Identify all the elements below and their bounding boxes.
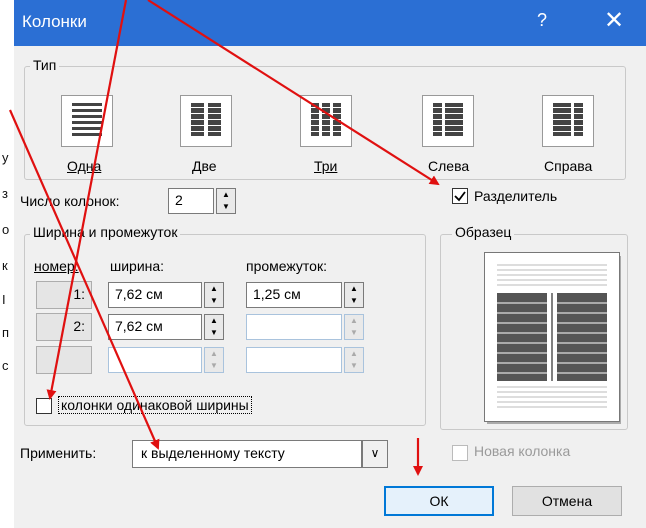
arrow-to-separator	[147, 0, 440, 186]
annotation-arrows	[8, 0, 440, 476]
arrow-to-apply	[8, 109, 160, 450]
arrow-to-equal-width	[46, 0, 128, 400]
